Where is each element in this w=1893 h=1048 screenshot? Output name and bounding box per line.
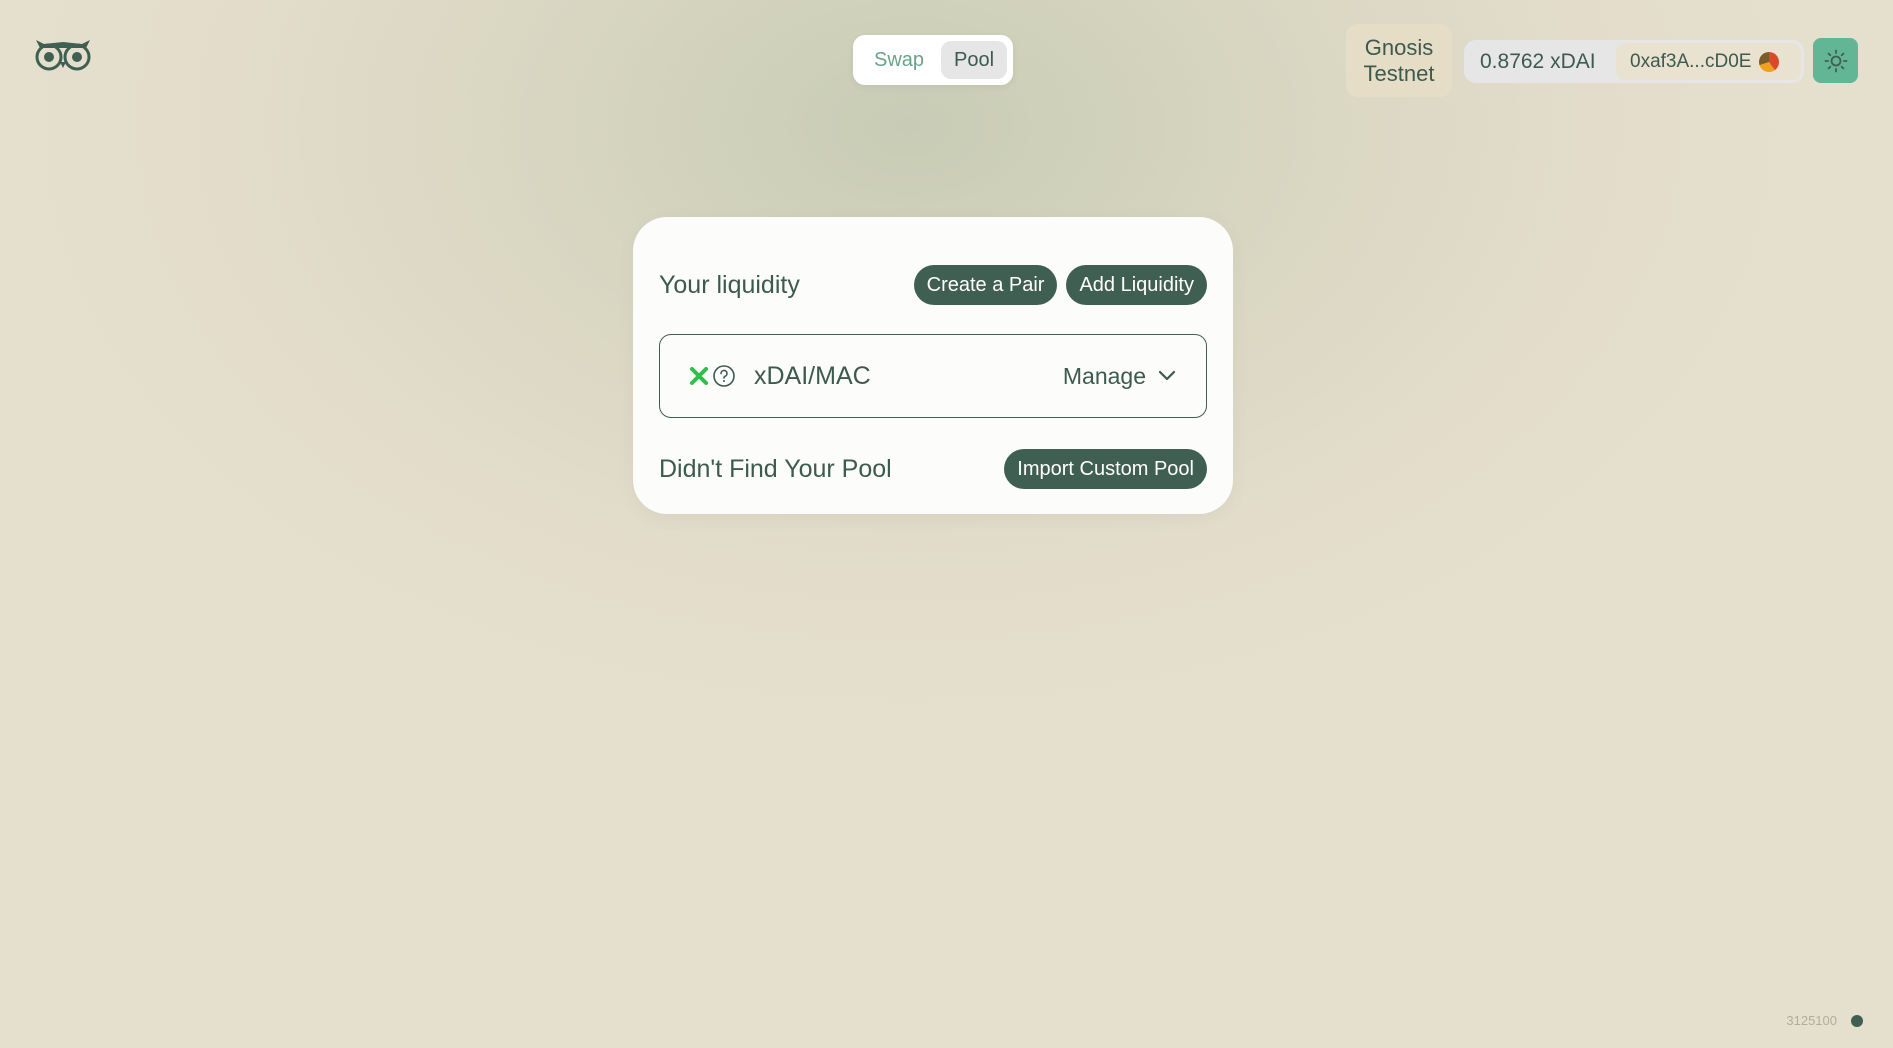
tab-pool[interactable]: Pool	[941, 41, 1007, 79]
card-heading: Your liquidity	[659, 270, 800, 299]
wallet-address: 0xaf3A...cD0E	[1630, 50, 1752, 72]
status-dot-icon	[1851, 1014, 1863, 1027]
pool-list-item[interactable]: xDAI/MAC Manage	[659, 334, 1207, 418]
network-selector[interactable]: Gnosis Testnet	[1346, 24, 1452, 97]
liquidity-card: Your liquidity Create a Pair Add Liquidi…	[633, 217, 1233, 514]
network-name-line2: Testnet	[1363, 60, 1435, 86]
pool-not-found-text: Didn't Find Your Pool	[659, 454, 892, 483]
manage-button[interactable]: Manage	[1063, 363, 1176, 390]
theme-toggle-button[interactable]	[1813, 38, 1858, 83]
create-pair-button[interactable]: Create a Pair	[913, 265, 1058, 305]
pool-pair-name: xDAI/MAC	[754, 361, 871, 390]
wallet-avatar-icon	[1759, 51, 1780, 72]
add-liquidity-button[interactable]: Add Liquidity	[1066, 265, 1207, 305]
import-custom-pool-button[interactable]: Import Custom Pool	[1004, 449, 1207, 489]
wallet-balance: 0.8762 xDAI	[1480, 49, 1596, 73]
network-name-line1: Gnosis	[1364, 34, 1434, 60]
xdai-token-icon	[690, 367, 708, 385]
tab-swap[interactable]: Swap	[859, 41, 939, 79]
owl-logo-icon[interactable]	[34, 36, 92, 72]
block-status: 3125100	[1786, 1013, 1863, 1028]
main-nav: Swap Pool	[853, 35, 1013, 85]
unknown-token-icon	[713, 365, 735, 387]
wallet-widget: 0.8762 xDAI 0xaf3A...cD0E	[1464, 40, 1804, 83]
manage-label: Manage	[1062, 362, 1146, 389]
block-number: 3125100	[1786, 1013, 1837, 1028]
sun-icon	[1824, 49, 1847, 72]
wallet-address-button[interactable]: 0xaf3A...cD0E	[1616, 43, 1801, 80]
chevron-down-icon	[1158, 370, 1176, 381]
